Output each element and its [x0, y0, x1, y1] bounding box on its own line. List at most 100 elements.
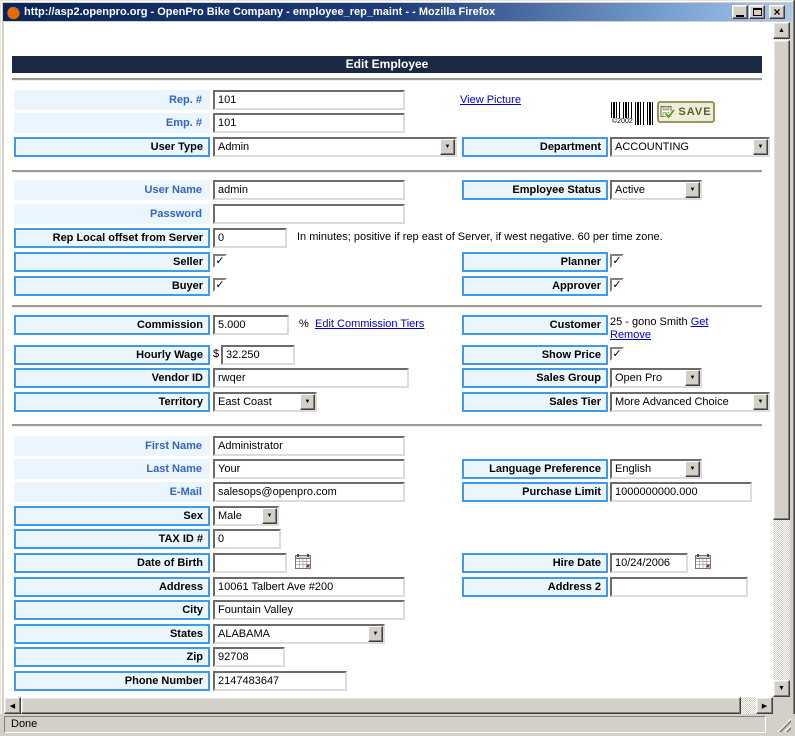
scroll-left-button[interactable]: ◀	[4, 697, 21, 714]
employee-status-value: Active	[612, 182, 685, 198]
horizontal-scrollbar[interactable]: ◀ ▶	[4, 697, 773, 714]
page-title: Edit Employee	[12, 56, 762, 73]
emp-num-label: Emp. #	[14, 113, 210, 133]
close-button[interactable]: ×	[769, 5, 785, 19]
title-bar[interactable]: http://asp2.openpro.org - OpenPro Bike C…	[3, 3, 792, 21]
calendar-icon[interactable]	[295, 554, 311, 569]
address-input[interactable]	[213, 577, 405, 597]
seller-checkbox[interactable]: ✓	[213, 254, 227, 268]
user-name-input[interactable]	[213, 180, 405, 200]
sales-group-label: Sales Group	[462, 368, 608, 388]
vertical-scrollbar[interactable]: ▲ ▼	[773, 22, 790, 697]
section-divider	[12, 170, 762, 173]
password-input[interactable]	[213, 204, 405, 224]
zip-input[interactable]	[213, 647, 285, 667]
status-text: Done	[4, 716, 766, 733]
department-select[interactable]: ACCOUNTING ▼	[610, 137, 770, 157]
hire-date-label: Hire Date	[462, 553, 608, 573]
employee-status-select[interactable]: Active ▼	[610, 180, 702, 200]
save-button-label: SAVE	[678, 106, 711, 118]
sex-label: Sex	[14, 506, 210, 526]
date-of-birth-input[interactable]	[213, 553, 287, 573]
department-label: Department	[462, 137, 608, 157]
resize-grip[interactable]	[777, 718, 791, 732]
dropdown-arrow-icon[interactable]: ▼	[685, 370, 700, 386]
rep-offset-input[interactable]	[213, 228, 287, 248]
commission-label: Commission	[14, 315, 210, 335]
buyer-checkbox[interactable]: ✓	[213, 278, 227, 292]
purchase-limit-input[interactable]	[610, 482, 752, 502]
first-name-input[interactable]	[213, 436, 405, 456]
vendor-id-input[interactable]	[213, 368, 409, 388]
dropdown-arrow-icon[interactable]: ▼	[300, 394, 315, 410]
date-of-birth-label: Date of Birth	[14, 553, 210, 573]
email-input[interactable]	[213, 482, 405, 502]
save-button[interactable]: SAVE	[657, 101, 715, 123]
maximize-button[interactable]	[749, 5, 765, 19]
hourly-wage-label: Hourly Wage	[14, 345, 210, 365]
commission-input[interactable]	[213, 315, 289, 335]
customer-label: Customer	[462, 315, 608, 335]
barcode-image: ©2002	[611, 102, 654, 125]
sex-value: Male	[215, 508, 262, 524]
dropdown-arrow-icon[interactable]: ▼	[685, 182, 700, 198]
dropdown-arrow-icon[interactable]: ▼	[753, 139, 768, 155]
dropdown-arrow-icon[interactable]: ▼	[262, 508, 277, 524]
approver-label: Approver	[462, 276, 608, 296]
language-preference-select[interactable]: English ▼	[610, 459, 702, 479]
page-content: Edit Employee Rep. # View Picture ©2002 …	[4, 22, 773, 697]
dropdown-arrow-icon[interactable]: ▼	[440, 139, 455, 155]
rep-num-label: Rep. #	[14, 90, 210, 110]
minimize-button[interactable]	[732, 5, 748, 19]
territory-select[interactable]: East Coast ▼	[213, 392, 317, 412]
dropdown-arrow-icon[interactable]: ▼	[753, 394, 768, 410]
horizontal-scroll-thumb[interactable]	[21, 697, 741, 714]
address-label: Address	[14, 577, 210, 597]
show-price-checkbox[interactable]: ✓	[610, 347, 624, 361]
edit-commission-tiers-link[interactable]: Edit Commission Tiers	[315, 318, 424, 330]
minimize-icon	[736, 15, 744, 17]
sales-group-select[interactable]: Open Pro ▼	[610, 368, 702, 388]
dropdown-arrow-icon[interactable]: ▼	[368, 626, 383, 642]
sales-tier-select[interactable]: More Advanced Choice ▼	[610, 392, 770, 412]
last-name-input[interactable]	[213, 459, 405, 479]
user-type-value: Admin	[215, 139, 440, 155]
address2-label: Address 2	[462, 577, 608, 597]
territory-value: East Coast	[215, 394, 300, 410]
vertical-scroll-thumb[interactable]	[773, 40, 790, 520]
browser-window: http://asp2.openpro.org - OpenPro Bike C…	[0, 0, 795, 736]
dropdown-arrow-icon[interactable]: ▼	[685, 461, 700, 477]
vendor-id-label: Vendor ID	[14, 368, 210, 388]
customer-get-link[interactable]: Get	[691, 316, 709, 328]
hourly-wage-input[interactable]	[221, 345, 295, 365]
planner-checkbox[interactable]: ✓	[610, 254, 624, 268]
states-label: States	[14, 624, 210, 644]
customer-remove-link[interactable]: Remove	[610, 329, 651, 341]
states-select[interactable]: ALABAMA ▼	[213, 624, 385, 644]
user-type-select[interactable]: Admin ▼	[213, 137, 457, 157]
hire-date-input[interactable]	[610, 553, 688, 573]
rep-offset-label: Rep Local offset from Server	[14, 228, 210, 248]
view-picture-link[interactable]: View Picture	[460, 94, 521, 106]
user-name-label: User Name	[14, 180, 210, 200]
customer-value-block: 25 - gono Smith Get Remove	[610, 316, 738, 342]
rep-num-input[interactable]	[213, 90, 405, 110]
city-input[interactable]	[213, 600, 405, 620]
language-preference-value: English	[612, 461, 685, 477]
tax-id-input[interactable]	[213, 529, 281, 549]
phone-number-input[interactable]	[213, 671, 347, 691]
emp-num-input[interactable]	[213, 113, 405, 133]
language-preference-label: Language Preference	[462, 459, 608, 479]
calendar-icon[interactable]	[695, 554, 711, 569]
scroll-right-button[interactable]: ▶	[756, 697, 773, 714]
sales-tier-value: More Advanced Choice	[612, 394, 753, 410]
approver-checkbox[interactable]: ✓	[610, 278, 624, 292]
first-name-label: First Name	[14, 436, 210, 456]
zip-label: Zip	[14, 647, 210, 667]
sex-select[interactable]: Male ▼	[213, 506, 279, 526]
scroll-up-button[interactable]: ▲	[773, 22, 790, 39]
scroll-down-button[interactable]: ▼	[773, 680, 790, 697]
barcode-caption: ©2002	[611, 118, 634, 125]
address2-input[interactable]	[610, 577, 748, 597]
buyer-label: Buyer	[14, 276, 210, 296]
